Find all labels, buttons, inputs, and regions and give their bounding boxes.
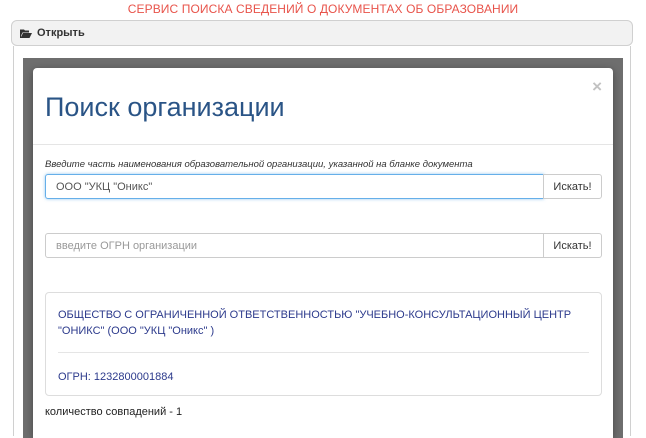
result-organization-link[interactable]: ОБЩЕСТВО С ОГРАНИЧЕННОЙ ОТВЕТСТВЕННОСТЬЮ… — [58, 307, 588, 339]
open-label: Открыть — [37, 27, 85, 39]
modal-title: Поиск организации — [45, 92, 285, 122]
service-title: СЕРВИС ПОИСКА СВЕДЕНИЙ О ДОКУМЕНТАХ ОБ О… — [127, 2, 519, 16]
ogrn-search-button[interactable]: Искать! — [543, 233, 602, 258]
open-panel-bar[interactable]: Открыть — [11, 20, 633, 46]
match-count: количество совпадений - 1 — [45, 406, 183, 418]
ogrn-input[interactable] — [45, 233, 544, 258]
name-search-group: Искать! — [45, 174, 602, 199]
name-search-button[interactable]: Искать! — [543, 174, 602, 199]
modal-header: Поиск организации × — [33, 68, 613, 145]
close-icon[interactable]: × — [592, 77, 602, 97]
name-search-hint: Введите часть наименования образовательн… — [45, 159, 473, 170]
result-divider — [58, 352, 589, 353]
folder-open-icon — [20, 29, 32, 38]
result-ogrn: ОГРН: 1232800001884 — [58, 371, 174, 383]
result-card: ОБЩЕСТВО С ОГРАНИЧЕННОЙ ОТВЕТСТВЕННОСТЬЮ… — [45, 292, 602, 396]
organization-search-modal: Поиск организации × Введите часть наимен… — [33, 68, 613, 438]
ogrn-search-group: Искать! — [45, 233, 602, 258]
organization-name-input[interactable] — [45, 174, 544, 199]
